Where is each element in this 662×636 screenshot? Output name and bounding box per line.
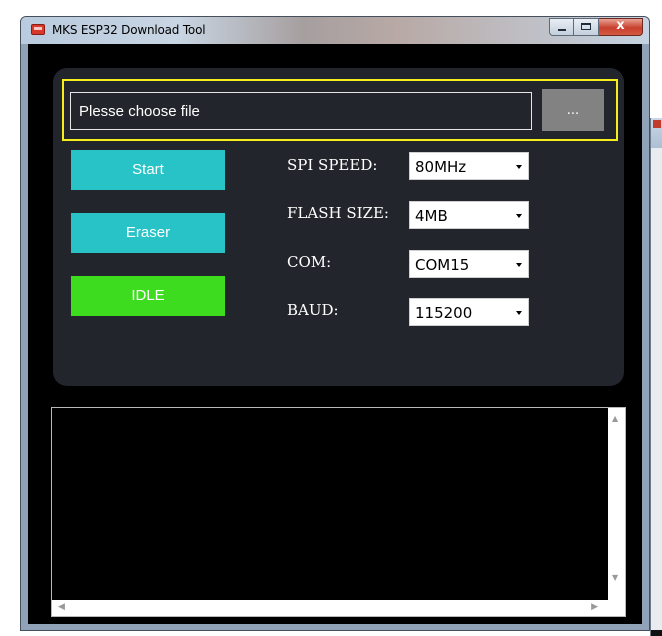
flash-size-value: 4MB (415, 207, 448, 225)
scrollbar-corner (608, 588, 625, 616)
window-controls: x (549, 18, 643, 37)
com-label: COM: (287, 253, 332, 271)
chevron-down-icon (516, 311, 522, 315)
spi-speed-select[interactable]: 80MHz (409, 152, 529, 180)
eraser-button[interactable]: Eraser (71, 213, 225, 253)
scroll-up-icon[interactable]: ▲ (612, 414, 618, 423)
window-title: MKS ESP32 Download Tool (52, 23, 206, 37)
status-indicator: IDLE (71, 276, 225, 316)
minimize-icon (558, 29, 566, 31)
scroll-down-icon[interactable]: ▼ (612, 573, 618, 582)
minimize-button[interactable] (549, 18, 574, 36)
flash-size-select[interactable]: 4MB (409, 201, 529, 229)
background-window-icon (653, 120, 661, 128)
flash-size-label: FLASH SIZE: (287, 204, 389, 222)
chevron-down-icon (516, 165, 522, 169)
client-area: ... Start Eraser IDLE SPI SPEED: 80MHz F… (28, 44, 642, 624)
chevron-down-icon (516, 263, 522, 267)
spi-speed-label: SPI SPEED: (287, 156, 378, 174)
chevron-down-icon (516, 214, 522, 218)
scroll-right-icon[interactable]: ▶ (591, 602, 598, 612)
app-window: MKS ESP32 Download Tool x ... Start Eras… (20, 16, 650, 631)
title-bar[interactable]: MKS ESP32 Download Tool x (21, 17, 649, 44)
browse-button[interactable]: ... (542, 89, 604, 131)
maximize-icon (581, 23, 591, 30)
horizontal-scrollbar[interactable]: ◀ ▶ (52, 600, 608, 616)
start-button[interactable]: Start (71, 150, 225, 190)
com-port-value: COM15 (415, 256, 470, 274)
spi-speed-value: 80MHz (415, 158, 467, 176)
baud-label: BAUD: (287, 301, 339, 319)
maximize-button[interactable] (574, 18, 599, 36)
file-path-input[interactable] (70, 92, 532, 130)
log-output[interactable]: ▲ ▼ ◀ ▶ (51, 407, 626, 617)
vertical-scrollbar[interactable]: ▲ ▼ (608, 408, 625, 588)
window-bottom-border (28, 624, 642, 629)
background-window-bottom (651, 630, 662, 636)
scroll-left-icon[interactable]: ◀ (58, 602, 65, 612)
close-icon: x (616, 18, 625, 33)
baud-rate-value: 115200 (415, 304, 473, 322)
com-port-select[interactable]: COM15 (409, 250, 529, 278)
app-icon (31, 24, 45, 35)
baud-rate-select[interactable]: 115200 (409, 298, 529, 326)
file-chooser-highlight: ... (62, 79, 618, 141)
settings-panel: ... Start Eraser IDLE SPI SPEED: 80MHz F… (53, 68, 624, 386)
background-window-edge (650, 118, 662, 636)
close-button[interactable]: x (599, 18, 643, 36)
